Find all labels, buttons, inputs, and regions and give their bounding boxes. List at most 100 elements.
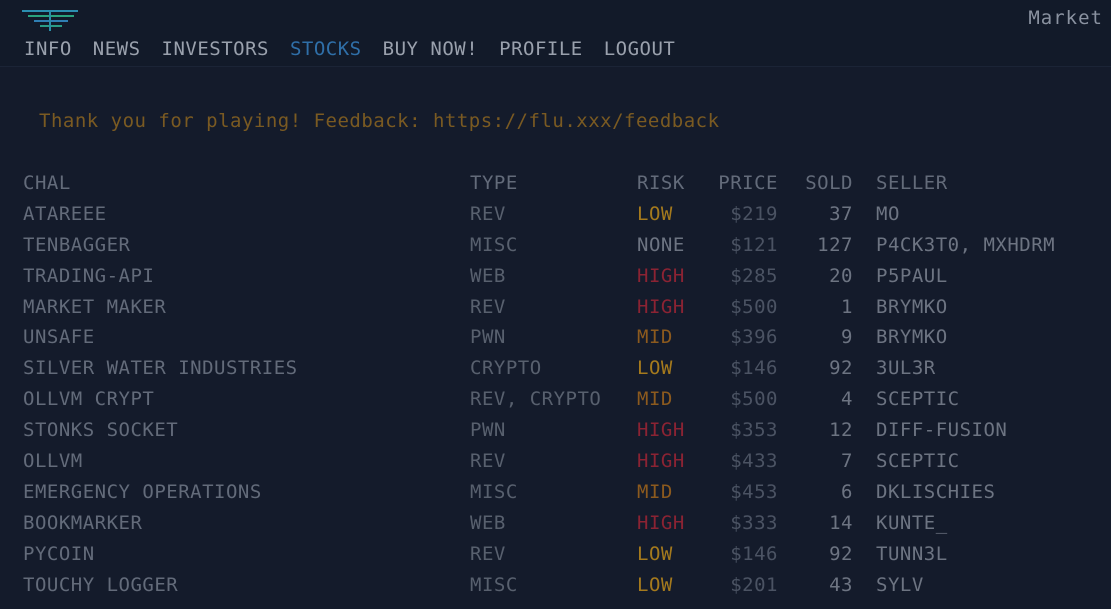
sold-cell: 1 [841,295,853,318]
type-cell: REV [470,295,506,318]
nav-stocks[interactable]: STOCKS [290,38,362,60]
price-cell: $146 [730,542,778,565]
chal-cell: BOOKMARKER [23,511,143,534]
chal-cell: PYCOIN [23,542,95,565]
risk-cell: LOW [637,573,673,596]
seller-cell: BRYMKO [876,326,948,349]
feedback-banner[interactable]: Thank you for playing! Feedback: https:/… [39,110,720,132]
nav-investors[interactable]: INVESTORS [162,38,269,60]
price-cell: $201 [730,573,778,596]
seller-cell: SCEPTIC [876,450,960,473]
type-cell: MISC [470,573,518,596]
price-cell: $453 [730,480,778,503]
price-cell: $219 [730,202,778,225]
type-cell: PWN [470,326,506,349]
chal-cell: SILVER WATER INDUSTRIES [23,357,298,380]
table-row[interactable]: BOOKMARKER WEB HIGH $333 14 KUNTE_ [0,510,1111,541]
price-cell: $396 [730,326,778,349]
type-cell: MISC [470,233,518,256]
price-cell: $285 [730,264,778,287]
seller-cell: TUNN3L [876,542,948,565]
price-cell: $500 [730,295,778,318]
chal-cell: ATAREEE [23,202,107,225]
table-row[interactable]: MARKET MAKER REV HIGH $500 1 BRYMKO [0,294,1111,325]
sold-cell: 9 [841,326,853,349]
sold-cell: 92 [829,542,853,565]
nav-buy-now[interactable]: BUY NOW! [383,38,479,60]
sold-cell: 43 [829,573,853,596]
sold-cell: 7 [841,450,853,473]
nav-news[interactable]: NEWS [93,38,141,60]
risk-cell: LOW [637,202,673,225]
seller-cell: KUNTE_ [876,511,948,534]
seller-cell: MO [876,202,900,225]
risk-cell: MID [637,326,673,349]
table-row[interactable]: OLLVM CRYPT REV, CRYPTO MID $500 4 SCEPTIC [0,386,1111,417]
main-nav: INFO NEWS INVESTORS STOCKS BUY NOW! PROF… [24,38,696,60]
seller-cell: DKLISCHIES [876,480,996,503]
chal-cell: STONKS SOCKET [23,419,179,442]
price-cell: $500 [730,388,778,411]
price-cell: $333 [730,511,778,534]
table-row[interactable]: UNSAFE PWN MID $396 9 BRYMKO [0,324,1111,355]
chal-cell: MARKET MAKER [23,295,167,318]
type-cell: MISC [470,480,518,503]
risk-cell: LOW [637,542,673,565]
sold-cell: 6 [841,480,853,503]
nav-info[interactable]: INFO [24,38,72,60]
seller-cell: DIFF-FUSION [876,419,1008,442]
sold-cell: 127 [817,233,853,256]
seller-cell: BRYMKO [876,295,948,318]
type-cell: REV, CRYPTO [470,388,602,411]
chal-cell: UNSAFE [23,326,95,349]
type-cell: CRYPTO [470,357,542,380]
table-row[interactable]: TOUCHY LOGGER MISC LOW $201 43 SYLV [0,572,1111,603]
price-cell: $121 [730,233,778,256]
col-type-header[interactable]: TYPE [470,172,518,194]
col-sold-header[interactable]: SOLD [796,172,853,194]
nav-logout[interactable]: LOGOUT [604,38,676,60]
table-row[interactable]: SILVER WATER INDUSTRIES CRYPTO LOW $146 92 3U… [0,355,1111,386]
logo-icon[interactable] [22,9,80,31]
table-body: ATAREEE REV LOW $219 37 MO TENBAGGER MISC NONE $1… [0,201,1111,603]
risk-cell: HIGH [637,450,685,473]
risk-cell: NONE [637,233,685,256]
table-row[interactable]: ATAREEE REV LOW $219 37 MO [0,201,1111,232]
sold-cell: 12 [829,419,853,442]
risk-cell: HIGH [637,295,685,318]
table-row[interactable]: TENBAGGER MISC NONE $121 127 P4CK3T0, MXHDRM [0,232,1111,263]
risk-cell: MID [637,480,673,503]
table-row[interactable]: TRADING-API WEB HIGH $285 20 P5PAUL [0,263,1111,294]
risk-cell: MID [637,388,673,411]
type-cell: REV [470,542,506,565]
col-risk-header[interactable]: RISK [637,172,685,194]
risk-cell: HIGH [637,419,685,442]
table-row[interactable]: PYCOIN REV LOW $146 92 TUNN3L [0,541,1111,572]
sold-cell: 20 [829,264,853,287]
chal-cell: TENBAGGER [23,233,131,256]
risk-cell: HIGH [637,264,685,287]
table-row[interactable]: STONKS SOCKET PWN HIGH $353 12 DIFF-FUSION [0,417,1111,448]
sold-cell: 92 [829,357,853,380]
seller-cell: 3UL3R [876,357,936,380]
chal-cell: OLLVM [23,450,83,473]
col-price-header[interactable]: PRICE [712,172,778,194]
table-row[interactable]: EMERGENCY OPERATIONS MISC MID $453 6 DKLISCHI… [0,479,1111,510]
sold-cell: 37 [829,202,853,225]
col-seller-header[interactable]: SELLER [876,172,948,194]
type-cell: REV [470,450,506,473]
price-cell: $433 [730,450,778,473]
seller-cell: P4CK3T0, MXHDRM [876,233,1056,256]
top-bar: Market INFO NEWS INVESTORS STOCKS BUY NO… [0,0,1111,67]
chal-cell: EMERGENCY OPERATIONS [23,480,262,503]
risk-cell: HIGH [637,511,685,534]
nav-profile[interactable]: PROFILE [499,38,583,60]
chal-cell: TRADING-API [23,264,155,287]
col-chal-header[interactable]: CHAL [23,172,71,194]
price-cell: $146 [730,357,778,380]
seller-cell: SCEPTIC [876,388,960,411]
table-row[interactable]: OLLVM REV HIGH $433 7 SCEPTIC [0,448,1111,479]
type-cell: REV [470,202,506,225]
table-header: CHAL TYPE RISK PRICE SOLD SELLER [0,170,1111,201]
type-cell: PWN [470,419,506,442]
